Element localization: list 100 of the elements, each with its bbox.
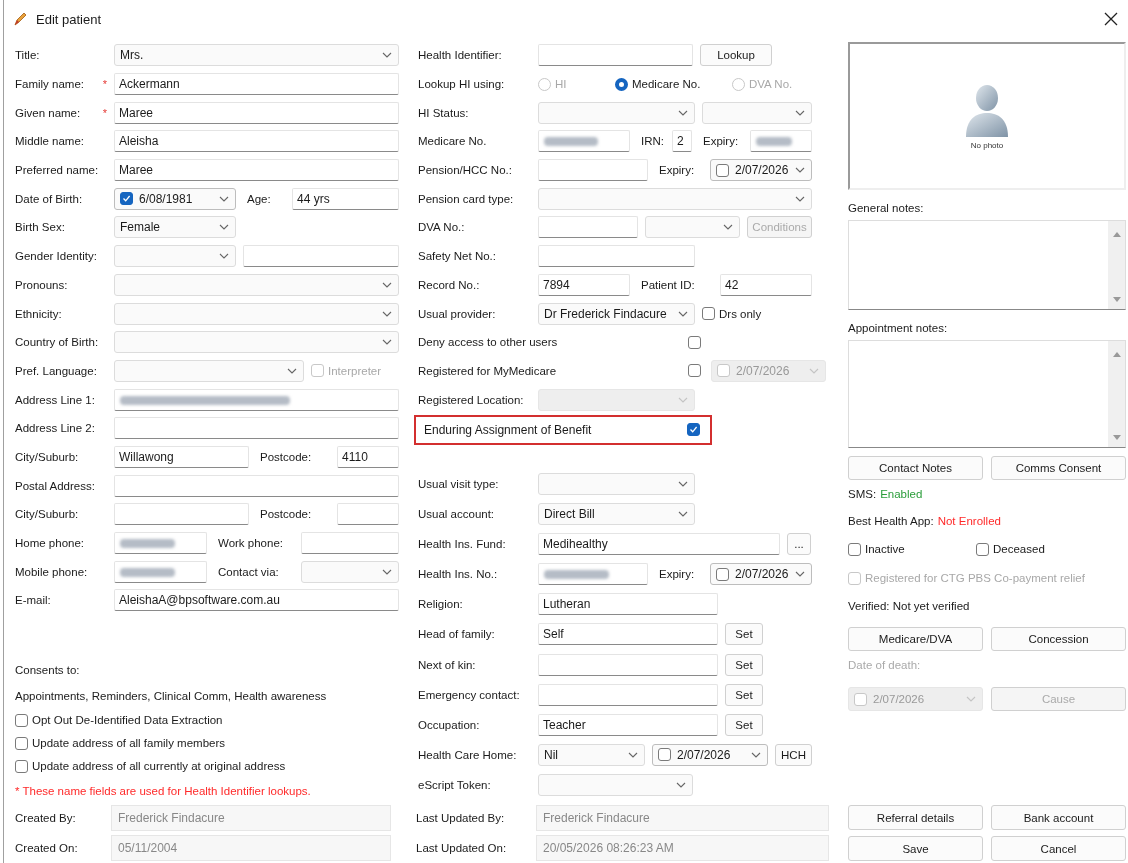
date-picker[interactable]: 2/07/2026	[710, 159, 812, 182]
push-button[interactable]: Bank account	[991, 805, 1126, 830]
field-label: Last Updated On:	[416, 842, 508, 854]
text-field[interactable]: Medihealthy	[538, 533, 780, 556]
checkbox[interactable]	[976, 542, 989, 556]
caret-icon	[382, 310, 392, 317]
text-field[interactable]	[538, 245, 695, 268]
text-field[interactable]	[114, 503, 249, 526]
checkbox[interactable]	[688, 335, 701, 349]
text-field[interactable]: Teacher	[538, 713, 718, 736]
checkbox[interactable]	[716, 163, 729, 177]
field-label: Usual provider:	[418, 307, 496, 320]
text-field[interactable]: Maree	[114, 159, 399, 182]
field-label: Head of family:	[418, 628, 495, 641]
text-field[interactable]	[243, 245, 399, 268]
text-field[interactable]	[538, 653, 718, 676]
text-field[interactable]: AleishaA@bpsoftware.com.au	[114, 589, 399, 612]
text-field[interactable]	[301, 532, 399, 555]
notes-field[interactable]	[848, 220, 1126, 310]
text-field[interactable]	[114, 417, 399, 440]
text-field[interactable]: Willawong	[114, 445, 249, 468]
scroll-up-icon[interactable]	[1112, 351, 1121, 357]
close-icon[interactable]	[1104, 12, 1118, 26]
checkbox[interactable]	[687, 423, 700, 437]
notes-field[interactable]	[848, 340, 1126, 448]
scroll-down-icon[interactable]	[1112, 297, 1121, 303]
text-field[interactable]	[114, 388, 399, 411]
text-field[interactable]	[538, 683, 718, 706]
radio-button[interactable]	[615, 77, 628, 91]
push-button[interactable]: HCH	[775, 743, 812, 766]
scroll-up-icon[interactable]	[1112, 231, 1121, 237]
text-field[interactable]: 4110	[337, 445, 399, 468]
text-field[interactable]	[114, 532, 207, 555]
scrollbar[interactable]	[1108, 341, 1125, 447]
push-button[interactable]: Comms Consent	[991, 456, 1126, 480]
text-field[interactable]: Maree	[114, 101, 399, 124]
text-field[interactable]: Aleisha	[114, 130, 399, 153]
date-picker[interactable]: 2/07/2026	[652, 743, 768, 766]
status-value: Enabled	[880, 487, 923, 500]
text-field[interactable]: 7894	[538, 273, 630, 296]
push-button[interactable]: Lookup	[700, 44, 772, 67]
push-button[interactable]: Set	[725, 683, 763, 706]
scroll-down-icon[interactable]	[1112, 435, 1121, 441]
text-field[interactable]: 44 yrs	[292, 187, 399, 210]
push-button[interactable]: ...	[787, 533, 811, 556]
text-field[interactable]	[538, 563, 648, 586]
push-button[interactable]: Set	[725, 623, 763, 646]
text-field[interactable]	[114, 474, 399, 497]
text-field[interactable]	[337, 503, 399, 526]
dropdown[interactable]: Dr Frederick Findacure	[538, 302, 695, 325]
dropdown[interactable]: Direct Bill	[538, 503, 695, 526]
push-button[interactable]: Set	[725, 713, 763, 736]
checkbox-label: Drs only	[719, 307, 762, 320]
dropdown[interactable]: Mrs.	[114, 44, 399, 67]
field-label: Given name:	[15, 106, 81, 119]
read-only-field: 05/11/2004	[111, 835, 391, 861]
text-field[interactable]: Lutheran	[538, 593, 718, 616]
checkbox[interactable]	[15, 759, 28, 773]
text-field[interactable]: Self	[538, 623, 718, 646]
text-field[interactable]	[114, 560, 207, 583]
checkbox[interactable]	[716, 567, 729, 581]
field-label: Created By:	[15, 812, 77, 824]
status-label: SMS:	[848, 487, 877, 500]
push-button[interactable]: Set	[725, 653, 763, 676]
checkbox[interactable]	[658, 748, 671, 762]
push-button[interactable]: Cancel	[991, 836, 1126, 861]
checkbox[interactable]	[702, 307, 715, 321]
text-field[interactable]: Ackermann	[114, 73, 399, 96]
push-button[interactable]: Concession	[991, 627, 1126, 651]
caret-icon	[628, 751, 638, 758]
date-picker[interactable]: 6/08/1981	[114, 187, 236, 210]
text-field[interactable]	[750, 130, 812, 153]
text-field[interactable]: 42	[720, 273, 812, 296]
push-button[interactable]: Referral details	[848, 805, 983, 830]
checkbox[interactable]	[120, 192, 133, 206]
dropdown[interactable]: Nil	[538, 743, 645, 766]
consents-heading: Consents to:	[15, 662, 80, 678]
field-label: Home phone:	[15, 537, 85, 550]
push-button[interactable]: Medicare/DVA	[848, 627, 983, 651]
text-field[interactable]	[538, 216, 638, 239]
field-label: Expiry:	[702, 135, 740, 148]
checkbox[interactable]	[15, 736, 28, 750]
text-field[interactable]: 2	[672, 130, 692, 153]
date-picker[interactable]: 2/07/2026	[710, 563, 812, 586]
text-field[interactable]	[538, 44, 693, 67]
text-field[interactable]	[538, 130, 630, 153]
read-only-field: Frederick Findacure	[536, 805, 829, 831]
push-button[interactable]: Save	[848, 836, 983, 861]
dropdown[interactable]: Female	[114, 216, 236, 239]
checkbox[interactable]	[848, 542, 861, 556]
field-label: Pension card type:	[418, 192, 514, 205]
checkbox[interactable]	[688, 364, 701, 378]
scrollbar[interactable]	[1108, 221, 1125, 309]
caret-icon	[795, 195, 805, 202]
field-label: HI Status:	[418, 106, 469, 119]
checkbox[interactable]	[15, 713, 28, 727]
checkbox-label: Enduring Assignment of Benefit	[424, 422, 592, 437]
push-button[interactable]: Contact Notes	[848, 456, 983, 480]
field-label: Health Care Home:	[418, 748, 517, 761]
text-field[interactable]	[538, 159, 648, 182]
